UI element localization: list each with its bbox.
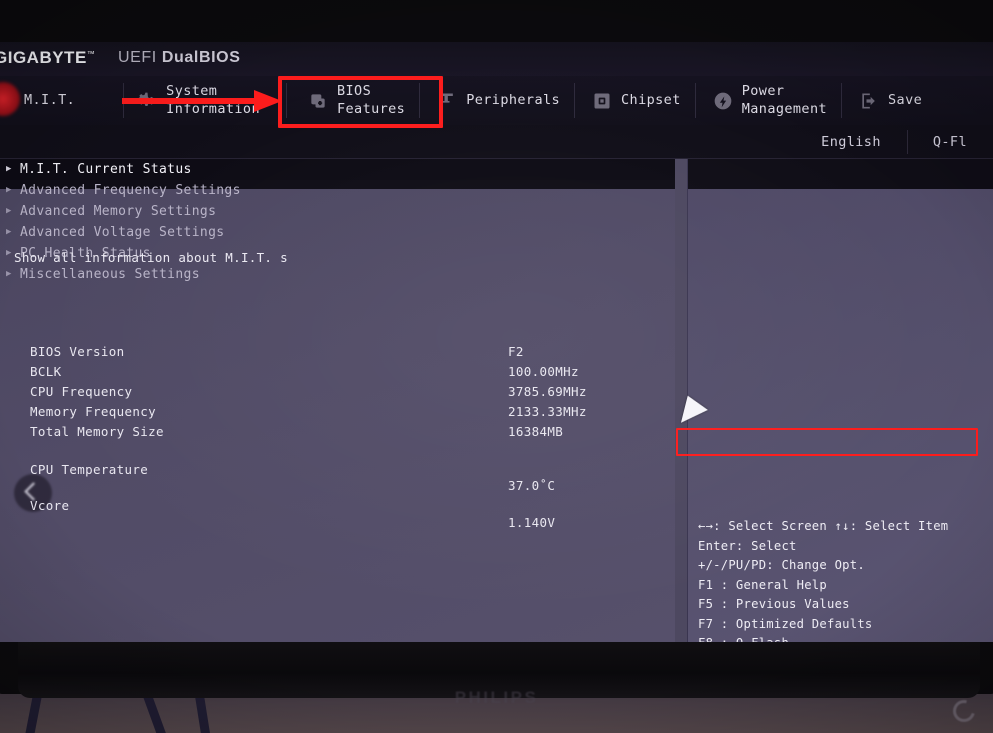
tab-save-and-exit-label: Save xyxy=(888,92,922,110)
menu-item-advanced-frequency-settings[interactable]: ▶ Advanced Frequency Settings xyxy=(0,180,675,201)
info-value: 3785.69MHz xyxy=(508,384,587,399)
uefi-dualbios-title: UEFI DualBIOS xyxy=(118,49,240,67)
chipset-icon xyxy=(592,91,612,111)
submenu-arrow-icon: ▶ xyxy=(6,227,12,237)
info-key: Total Memory Size xyxy=(30,424,164,439)
legend-line-f7: F7 : Optimized Defaults xyxy=(698,616,873,631)
save-exit-icon xyxy=(859,91,879,111)
legend-line-f8: F8 : Q-Flash xyxy=(688,634,993,642)
photo-scene: PHILIPS GIGABYTE™ UEFI DualBIOS M.I.T. S… xyxy=(0,0,993,733)
tab-chipset-label: Chipset xyxy=(621,92,681,110)
tab-bios-features-line1: BIOS xyxy=(336,82,372,99)
info-value: 2133.33MHz xyxy=(508,404,587,419)
tab-mit[interactable]: M.I.T. xyxy=(0,76,89,125)
info-value: 16384MB xyxy=(508,424,564,439)
mit-status-table: BIOS Version F2 BCLK 100.00MHz CPU Frequ… xyxy=(0,344,675,530)
tab-system-information-line2: Information xyxy=(166,100,260,117)
dualbios-word: DualBIOS xyxy=(161,49,241,66)
tab-system-information-label: System Information xyxy=(166,83,260,119)
tab-peripherals-label: Peripherals xyxy=(466,92,560,110)
menu-item-label: Advanced Voltage Settings xyxy=(20,225,225,240)
tab-mit-label: M.I.T. xyxy=(24,92,75,110)
legend-line-f1: F1 : General Help xyxy=(698,577,827,592)
info-row-total-memory-size: Total Memory Size 16384MB xyxy=(0,424,675,462)
peripherals-icon xyxy=(437,91,457,111)
tab-power-management[interactable]: Power Management xyxy=(694,76,841,125)
info-row-vcore: Vcore 1.140V xyxy=(0,498,675,530)
tab-peripherals[interactable]: Peripherals xyxy=(419,76,574,125)
tab-system-information-line1: System xyxy=(166,82,218,99)
info-row-bclk: BCLK 100.00MHz xyxy=(0,364,675,384)
info-value: 1.140V xyxy=(508,515,556,530)
info-value: 37.0˚C xyxy=(508,478,556,493)
submenu-arrow-icon: ▶ xyxy=(6,164,12,174)
info-row-bios-version: BIOS Version F2 xyxy=(0,344,675,364)
tab-system-information[interactable]: System Information xyxy=(123,76,274,125)
main-tab-bar: M.I.T. System Information BIOS Features xyxy=(0,76,993,125)
info-row-memory-frequency: Memory Frequency 2133.33MHz xyxy=(0,404,675,424)
menu-item-label: M.I.T. Current Status xyxy=(20,162,192,177)
uefi-word: UEFI xyxy=(118,49,162,66)
tab-peripherals-line1: Peripherals xyxy=(466,91,561,108)
q-flash-button[interactable]: Q-Fl xyxy=(906,125,993,159)
brand-bar: GIGABYTE™ UEFI DualBIOS xyxy=(0,42,993,76)
info-key: Memory Frequency xyxy=(30,404,157,419)
tab-power-management-line1: Power xyxy=(741,82,785,99)
legend-line-select-screen: ←→: Select Screen ↑↓: Select Item xyxy=(698,519,949,533)
tab-power-management-line2: Management xyxy=(741,100,828,117)
tab-mit-line1: M.I.T. xyxy=(24,91,76,108)
info-key: BIOS Version xyxy=(30,344,125,359)
tab-bios-features-label: BIOS Features xyxy=(337,83,405,119)
menu-item-label: Advanced Frequency Settings xyxy=(20,183,241,198)
menu-item-advanced-memory-settings[interactable]: ▶ Advanced Memory Settings xyxy=(0,201,675,222)
menu-item-mit-current-status[interactable]: ▶ M.I.T. Current Status xyxy=(0,159,675,180)
legend-line-change-opt: +/-/PU/PD: Change Opt. xyxy=(698,558,865,572)
gear-icon xyxy=(137,91,157,111)
submenu-arrow-icon: ▶ xyxy=(6,269,12,279)
info-key: CPU Frequency xyxy=(30,384,133,399)
right-panel-header-strip xyxy=(688,159,993,189)
submenu-arrow-icon: ▶ xyxy=(6,185,12,195)
trademark-icon: ™ xyxy=(86,49,96,59)
secondary-bar: English Q-Fl xyxy=(0,125,993,159)
menu-item-advanced-voltage-settings[interactable]: ▶ Advanced Voltage Settings xyxy=(0,222,675,243)
legend-line-enter: Enter: Select xyxy=(698,538,797,553)
help-description-text: Show all information about M.I.T. s xyxy=(14,250,288,265)
bios-screen: GIGABYTE™ UEFI DualBIOS M.I.T. System In… xyxy=(0,42,993,642)
menu-item-label: Advanced Memory Settings xyxy=(20,204,217,219)
gigabyte-logo: GIGABYTE™ xyxy=(0,48,95,68)
tab-bios-features[interactable]: BIOS Features xyxy=(285,76,419,125)
tab-save-and-exit[interactable]: Save xyxy=(841,76,936,125)
language-selector[interactable]: English xyxy=(795,125,907,159)
bios-body: ▶ M.I.T. Current Status ▶ Advanced Frequ… xyxy=(0,159,993,642)
info-key: BCLK xyxy=(30,364,62,379)
legend-line-f5: F5 : Previous Values xyxy=(698,597,850,611)
info-row-cpu-frequency: CPU Frequency 3785.69MHz xyxy=(0,384,675,404)
info-value: F2 xyxy=(508,344,524,359)
monitor-brand-label: PHILIPS xyxy=(454,688,539,707)
tab-chipset[interactable]: Chipset xyxy=(574,76,695,125)
info-key: CPU Temperature xyxy=(30,462,149,477)
info-row-cpu-temperature: CPU Temperature 37.0˚C xyxy=(0,462,675,498)
tab-bios-features-line2: Features xyxy=(336,100,406,117)
submenu-arrow-icon: ▶ xyxy=(6,206,12,216)
tab-chipset-line1: Chipset xyxy=(621,91,681,108)
keyboard-legend: ←→: Select Screen ↑↓: Select Item Enter:… xyxy=(688,511,993,642)
power-lightning-icon xyxy=(713,91,733,111)
tab-save-and-exit-line1: Save xyxy=(888,91,923,108)
tab-power-management-label: Power Management xyxy=(742,83,827,119)
gigabyte-logo-text: GIGABYTE xyxy=(0,48,87,67)
info-key: Vcore xyxy=(30,498,70,513)
menu-item-label: Miscellaneous Settings xyxy=(20,267,200,282)
info-value: 100.00MHz xyxy=(508,364,579,379)
bios-chip-icon xyxy=(308,91,328,111)
